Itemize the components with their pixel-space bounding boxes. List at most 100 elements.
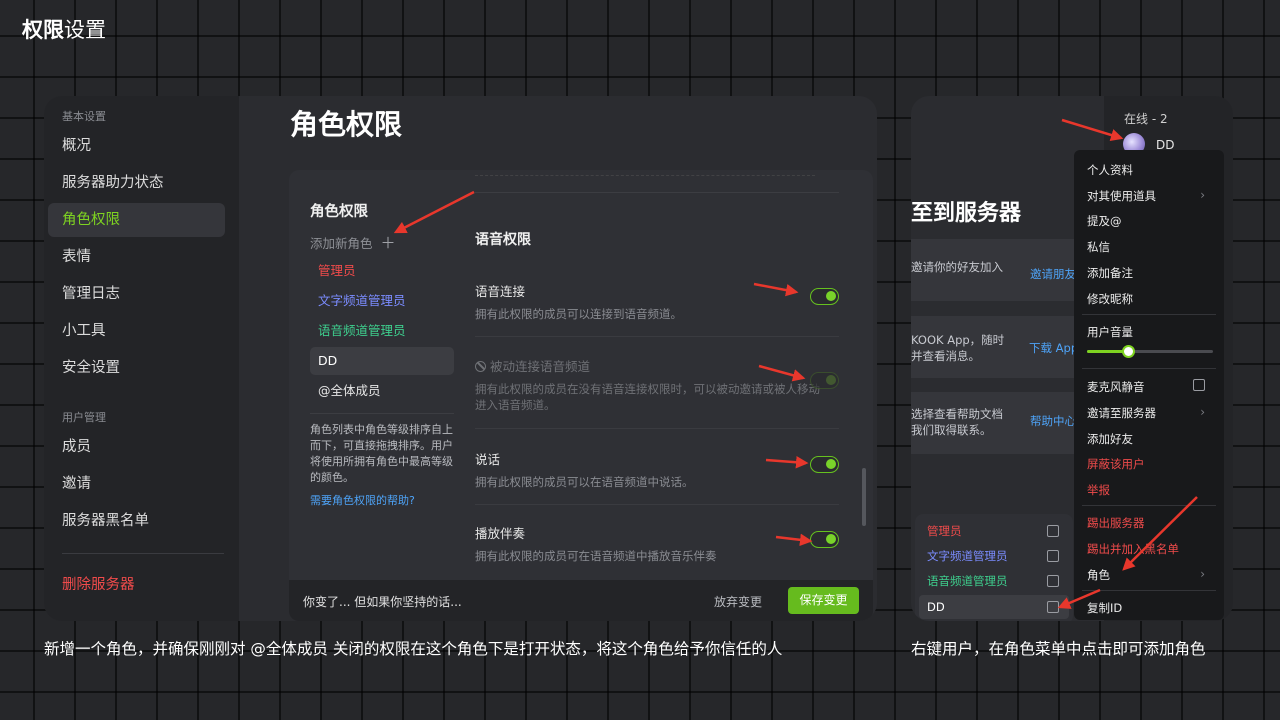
passive-connect-toggle[interactable] bbox=[810, 372, 839, 389]
sidebar-section-basic: 基本设置 bbox=[62, 110, 106, 123]
scrollbar[interactable] bbox=[862, 468, 866, 526]
welcome-card-app: KOOK App，随时 并查看消息。 下载 App bbox=[911, 316, 1089, 378]
sidebar-item-members[interactable]: 成员 bbox=[48, 430, 225, 464]
menu-item-add-note[interactable]: 添加备注 bbox=[1087, 265, 1217, 281]
menu-item-block[interactable]: 屏蔽该用户 bbox=[1087, 456, 1217, 472]
permission-desc: 拥有此权限的成员可在语音频道中播放音乐伴奏 bbox=[475, 549, 717, 563]
divider bbox=[1082, 314, 1216, 315]
sidebar-item-widgets[interactable]: 小工具 bbox=[48, 314, 225, 348]
speak-toggle[interactable] bbox=[810, 456, 839, 473]
online-count: 在线 - 2 bbox=[1124, 112, 1168, 126]
permission-voice-connect: 语音连接 拥有此权限的成员可以连接到语音频道。 bbox=[475, 281, 845, 322]
role-item-everyone[interactable]: @全体成员 bbox=[310, 377, 454, 405]
menu-item-mute-mic[interactable]: 麦克风静音 bbox=[1087, 379, 1217, 395]
menu-item-edit-nickname[interactable]: 修改昵称 bbox=[1087, 291, 1217, 307]
plus-icon[interactable]: ＋ bbox=[381, 234, 396, 252]
assign-role-voice-admin[interactable]: 语音频道管理员 bbox=[919, 569, 1069, 593]
checkbox[interactable] bbox=[1047, 601, 1059, 613]
play-accompaniment-toggle[interactable] bbox=[810, 531, 839, 548]
volume-slider-handle[interactable] bbox=[1121, 345, 1135, 358]
user-context-menu: 个人资料 对其使用道具 › 提及@ 私信 添加备注 修改昵称 用户音量 麦克风静音… bbox=[1074, 150, 1224, 620]
permission-desc: 拥有此权限的成员可以在语音频道中说话。 bbox=[475, 475, 694, 489]
role-assign-popup: 管理员 文字频道管理员 语音频道管理员 DD bbox=[915, 514, 1073, 621]
settings-sidebar: 基本设置 概况 服务器助力状态 角色权限 表情 管理日志 小工具 安全设置 用户… bbox=[44, 96, 239, 621]
divider bbox=[475, 428, 839, 429]
caption-left: 新增一个角色，并确保刚刚对 @全体成员 关闭的权限在这个角色下是打开状态，将这个… bbox=[44, 640, 783, 658]
sidebar-divider bbox=[62, 553, 224, 554]
sidebar-section-users: 用户管理 bbox=[62, 411, 106, 424]
menu-item-kick-ban[interactable]: 踢出并加入黑名单 bbox=[1087, 541, 1217, 557]
menu-item-add-friend[interactable]: 添加好友 bbox=[1087, 431, 1217, 447]
delete-server-button[interactable]: 删除服务器 bbox=[48, 568, 225, 602]
menu-item-copy-id[interactable]: 复制ID bbox=[1087, 600, 1217, 616]
download-app-link[interactable]: 下载 App bbox=[1029, 340, 1078, 356]
chevron-right-icon: › bbox=[1200, 188, 1205, 202]
divider bbox=[1082, 505, 1216, 506]
menu-item-kick[interactable]: 踢出服务器 bbox=[1087, 515, 1217, 531]
checkbox[interactable] bbox=[1193, 379, 1205, 391]
sidebar-item-boost[interactable]: 服务器助力状态 bbox=[48, 166, 225, 200]
ban-icon bbox=[475, 361, 486, 372]
divider bbox=[475, 504, 839, 505]
unsaved-changes-bar: 你变了... 但如果你坚持的话... 放弃变更 保存变更 bbox=[289, 580, 873, 621]
main-title: 角色权限 bbox=[290, 108, 403, 141]
sidebar-item-overview[interactable]: 概况 bbox=[48, 129, 225, 163]
assign-role-dd[interactable]: DD bbox=[919, 595, 1069, 619]
menu-item-mention[interactable]: 提及@ bbox=[1087, 213, 1217, 229]
sidebar-item-blacklist[interactable]: 服务器黑名单 bbox=[48, 504, 225, 538]
unsaved-message: 你变了... 但如果你坚持的话... bbox=[303, 595, 462, 609]
chevron-right-icon: › bbox=[1200, 405, 1205, 419]
sidebar-item-emoji[interactable]: 表情 bbox=[48, 240, 225, 274]
discard-changes-button[interactable]: 放弃变更 bbox=[714, 593, 762, 610]
scrolled-content-remnant bbox=[475, 170, 815, 176]
role-item-admin[interactable]: 管理员 bbox=[310, 257, 454, 285]
roles-help-link[interactable]: 需要角色权限的帮助? bbox=[310, 492, 415, 508]
voice-connect-toggle[interactable] bbox=[810, 288, 839, 305]
permission-passive-connect: 被动连接语音频道 拥有此权限的成员在没有语音连接权限时，可以被动邀请或被人移动进… bbox=[475, 356, 845, 413]
permission-title: 语音连接 bbox=[475, 284, 526, 299]
role-item-dd[interactable]: DD bbox=[310, 347, 454, 375]
role-item-text-admin[interactable]: 文字频道管理员 bbox=[310, 287, 454, 315]
permission-title: 说话 bbox=[475, 452, 501, 467]
checkbox[interactable] bbox=[1047, 575, 1059, 587]
roles-title: 角色权限 bbox=[310, 204, 368, 220]
role-item-voice-admin[interactable]: 语音频道管理员 bbox=[310, 317, 454, 345]
caption-right: 右键用户，在角色菜单中点击即可添加角色 bbox=[911, 640, 1206, 658]
page-title: 权限设置 bbox=[22, 18, 106, 42]
divider bbox=[1082, 590, 1216, 591]
menu-item-volume-label: 用户音量 bbox=[1087, 325, 1133, 339]
checkbox[interactable] bbox=[1047, 550, 1059, 562]
menu-item-roles[interactable]: 角色 › bbox=[1087, 567, 1217, 583]
assign-role-text-admin[interactable]: 文字频道管理员 bbox=[919, 544, 1069, 568]
welcome-card-invite: 邀请你的好友加入 邀请朋友 bbox=[911, 239, 1089, 301]
invite-friends-link[interactable]: 邀请朋友 bbox=[1030, 266, 1076, 282]
menu-item-profile[interactable]: 个人资料 bbox=[1087, 162, 1217, 178]
sidebar-item-role-permissions[interactable]: 角色权限 bbox=[48, 203, 225, 237]
chevron-right-icon: › bbox=[1200, 567, 1205, 581]
welcome-card-help: 选择查看帮助文档 我们取得联系。 帮助中心 bbox=[911, 392, 1089, 454]
volume-slider[interactable] bbox=[1087, 345, 1213, 358]
role-permissions-panel: 角色权限 添加新角色＋ 管理员 文字频道管理员 语音频道管理员 DD @全体成员… bbox=[289, 170, 873, 621]
menu-item-use-item[interactable]: 对其使用道具 › bbox=[1087, 188, 1217, 204]
sidebar-item-security[interactable]: 安全设置 bbox=[48, 351, 225, 385]
sidebar-item-audit-log[interactable]: 管理日志 bbox=[48, 277, 225, 311]
sidebar-item-invites[interactable]: 邀请 bbox=[48, 467, 225, 501]
divider bbox=[475, 336, 839, 337]
permission-desc: 拥有此权限的成员可以连接到语音频道。 bbox=[475, 307, 682, 321]
divider bbox=[310, 413, 454, 414]
roles-help-text: 角色列表中角色等级排序自上而下，可直接拖拽排序。用户将使用所拥有角色中最高等级的… bbox=[310, 423, 453, 484]
server-settings-window: 基本设置 概况 服务器助力状态 角色权限 表情 管理日志 小工具 安全设置 用户… bbox=[44, 96, 877, 621]
permission-desc: 拥有此权限的成员在没有语音连接权限时，可以被动邀请或被人移动进入语音频道。 bbox=[475, 382, 820, 412]
menu-item-report[interactable]: 举报 bbox=[1087, 482, 1217, 498]
save-changes-button[interactable]: 保存变更 bbox=[788, 587, 859, 614]
assign-role-admin[interactable]: 管理员 bbox=[919, 519, 1069, 543]
divider bbox=[1082, 368, 1216, 369]
help-center-link[interactable]: 帮助中心 bbox=[1030, 413, 1076, 429]
checkbox[interactable] bbox=[1047, 525, 1059, 537]
add-role-button[interactable]: 添加新角色＋ bbox=[310, 232, 396, 253]
divider bbox=[475, 192, 839, 193]
menu-item-invite-server[interactable]: 邀请至服务器 › bbox=[1087, 405, 1217, 421]
permission-title: 播放伴奏 bbox=[475, 526, 526, 541]
permission-play-accompaniment: 播放伴奏 拥有此权限的成员可在语音频道中播放音乐伴奏 bbox=[475, 523, 845, 564]
menu-item-dm[interactable]: 私信 bbox=[1087, 239, 1217, 255]
